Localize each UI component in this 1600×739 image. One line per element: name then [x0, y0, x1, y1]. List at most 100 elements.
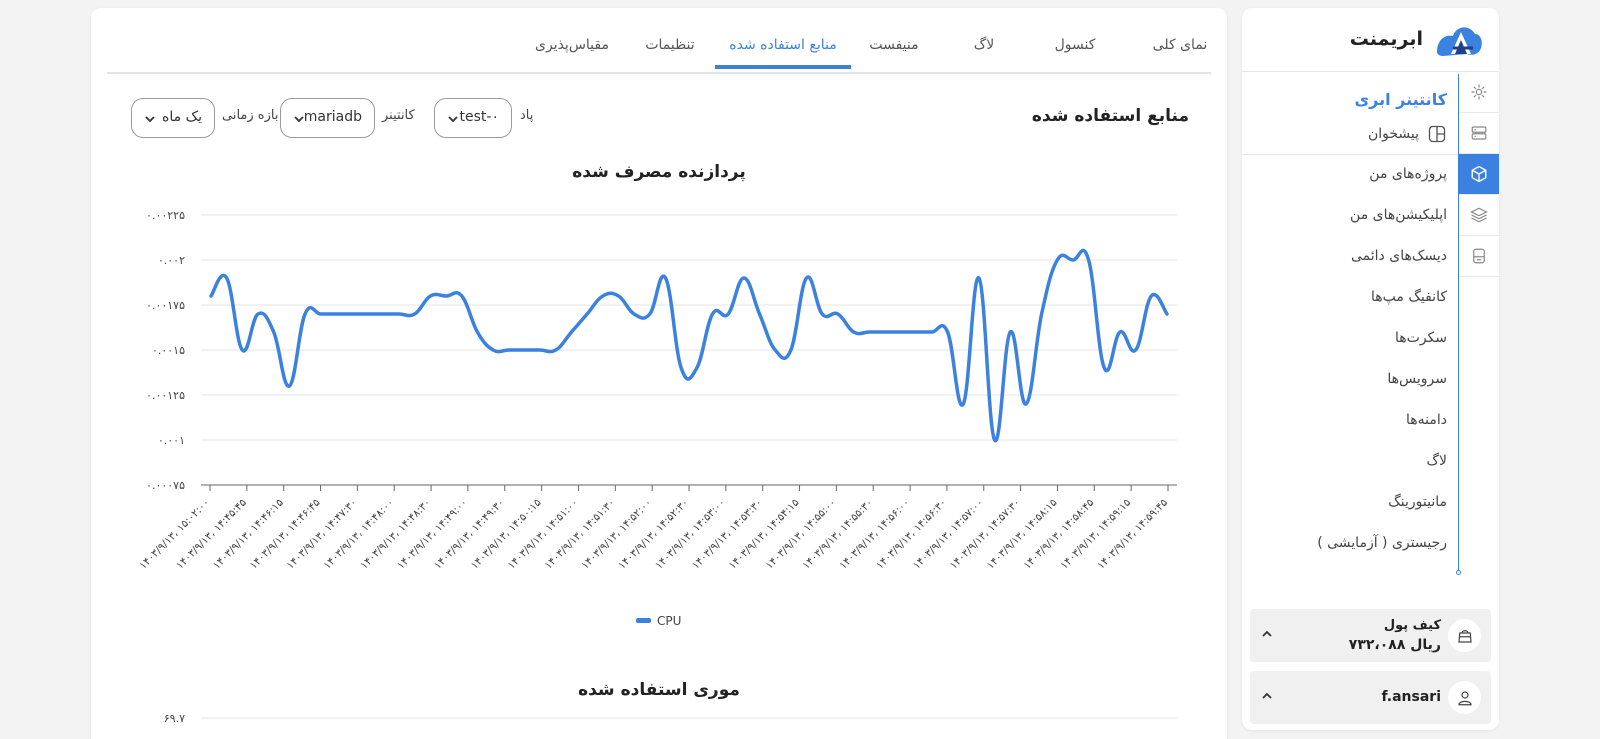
- rail-item-database[interactable]: [1459, 236, 1499, 277]
- rail-item-layers[interactable]: [1459, 195, 1499, 236]
- user-icon: [1457, 690, 1472, 705]
- y-tick-label: ۰.۰۰۱: [158, 434, 185, 447]
- x-tick-label: ۱۴۰۳/۹/۱۳، ۱۴:۵۹:۴۵: [1095, 496, 1170, 571]
- rail-item-settings[interactable]: [1459, 72, 1499, 113]
- sidebar-item-projects[interactable]: پروژه‌های من: [1369, 166, 1447, 182]
- x-tick-label: ۱۴۰۳/۹/۱۳، ۱۴:۵۲:۰۰: [579, 497, 654, 572]
- chevron-down-icon: [145, 116, 155, 123]
- x-tick-label: ۱۴۰۳/۹/۱۳، ۱۴:۵۸:۴۵: [1021, 496, 1096, 571]
- wallet-icon: [1457, 629, 1472, 643]
- sidebar-rail: [1459, 72, 1499, 592]
- main-panel: نمای کلی کنسول لاگ منیفست منابع استفاده …: [91, 8, 1227, 739]
- x-tick-label: ۱۴۰۳/۹/۱۳، ۱۴:۵۶:۳۰: [874, 497, 949, 572]
- memory-chart-title: موری استفاده شده: [578, 680, 740, 700]
- pod-select[interactable]: test-۰: [434, 98, 512, 138]
- username: f.ansari: [1381, 689, 1441, 705]
- x-tick-label: ۱۴۰۳/۹/۱۳، ۱۴:۴۹:۰۰: [395, 497, 470, 572]
- sidebar-item-dashboard[interactable]: پیشخوان: [1368, 124, 1447, 144]
- x-tick-label: ۱۴۰۳/۹/۱۳، ۱۴:۴۶:۴۵: [248, 496, 323, 571]
- wallet-icon-wrap: [1448, 619, 1481, 652]
- cpu-chart: ۰.۰۰۲۲۵ ۰.۰۰۲ ۰.۰۰۱۷۵ ۰.۰۰۱۵ ۰.۰۰۱۲۵ ۰.۰۰۱ ۰.۰…: [137, 209, 1177, 628]
- sidebar-item-logs[interactable]: لاگ: [1426, 453, 1447, 469]
- server-icon: [1471, 126, 1487, 140]
- chevron-down-icon: [448, 116, 458, 123]
- rail-indicator-dot: [1456, 570, 1461, 575]
- rail-indicator-line: [1458, 74, 1459, 572]
- brand-name[interactable]: ابریمنت: [1350, 28, 1423, 50]
- tab-logs[interactable]: لاگ: [974, 37, 995, 53]
- x-tick-label: ۱۴۰۳/۹/۱۳، ۱۴:۴۹:۳۰: [432, 497, 507, 572]
- sidebar-item-config-maps[interactable]: کانفیگ مپ‌ها: [1371, 289, 1447, 305]
- sidebar-item-registry[interactable]: رجیستری ( آزمایشی ): [1317, 535, 1447, 551]
- tab-resources[interactable]: منابع استفاده شده: [729, 37, 836, 53]
- x-tick-label: ۱۴۰۳/۹/۱۳، ۱۴:۵۴:۱۵: [727, 496, 802, 571]
- y-tick-label: ۶۹.۷: [164, 712, 185, 725]
- x-tick-label: ۱۴۰۳/۹/۱۳، ۱۴:۵۵:۰۰: [763, 497, 838, 572]
- y-tick-label: ۰.۰۰۱۷۵: [146, 299, 185, 312]
- sidebar-item-monitoring[interactable]: مانیتورینگ: [1388, 494, 1447, 510]
- x-tick-label: ۱۴۰۳/۹/۱۳، ۱۵:۰۲:۰۰: [137, 497, 212, 572]
- sidebar-item-services[interactable]: سرویس‌ها: [1387, 371, 1447, 387]
- y-tick-label: ۰.۰۰۱۵: [152, 344, 185, 357]
- cpu-series-line: [209, 248, 1169, 443]
- x-tick-label: ۱۴۰۳/۹/۱۳، ۱۴:۵۰:۱۵: [469, 496, 544, 571]
- y-tick-label: ۰.۰۰۲۲۵: [146, 209, 185, 222]
- gear-icon: [1471, 84, 1487, 100]
- x-tick-label: ۱۴۰۳/۹/۱۳، ۱۴:۴۸:۰۰: [321, 497, 396, 572]
- cube-icon: [1471, 165, 1487, 183]
- legend-swatch: [636, 618, 651, 623]
- x-tick-label: ۱۴۰۳/۹/۱۳، ۱۴:۵۳:۰۰: [653, 497, 728, 572]
- brand-header: ابریمنت: [1242, 8, 1499, 72]
- tab-manifest[interactable]: منیفست: [869, 37, 918, 53]
- tab-console[interactable]: کنسول: [1055, 37, 1096, 53]
- chevron-up-icon[interactable]: [1260, 627, 1274, 641]
- time-range-label: بازه زمانی: [222, 108, 279, 123]
- x-tick-label: ۱۴۰۳/۹/۱۳، ۱۴:۵۸:۱۵: [984, 496, 1059, 571]
- container-select[interactable]: mariadb: [280, 98, 375, 138]
- chevron-up-icon[interactable]: [1260, 689, 1274, 703]
- x-tick-label: ۱۴۰۳/۹/۱۳، ۱۴:۵۶:۰۰: [837, 497, 912, 572]
- time-range-select-value: یک ماه: [162, 109, 202, 125]
- x-tick-label: ۱۴۰۳/۹/۱۳، ۱۴:۵۳:۳۰: [690, 497, 765, 572]
- user-card[interactable]: f.ansari: [1250, 671, 1491, 724]
- wallet-card[interactable]: کیف پول ۷۳۲،۰۸۸ ریال: [1250, 609, 1491, 662]
- logo-icon[interactable]: [1433, 22, 1483, 58]
- y-tick-label: ۰.۰۰۲: [158, 254, 185, 267]
- pod-select-value: test-۰: [459, 109, 499, 125]
- tab-settings[interactable]: تنظیمات: [645, 37, 694, 53]
- nav-divider: [1242, 154, 1458, 155]
- rail-item-servers[interactable]: [1459, 113, 1499, 154]
- sidebar-item-label: پیشخوان: [1367, 126, 1419, 142]
- sidebar: ابریمنت کانتینر ابری پیشخوان پروژه‌های م…: [1242, 8, 1499, 730]
- tab-overview[interactable]: نمای کلی: [1153, 37, 1208, 53]
- rail-item-container[interactable]: [1459, 154, 1499, 195]
- sidebar-item-persistent-disks[interactable]: دیسک‌های دائمی: [1351, 248, 1447, 264]
- layers-icon: [1470, 207, 1488, 223]
- tab-bar: نمای کلی کنسول لاگ منیفست منابع استفاده …: [107, 8, 1211, 74]
- wallet-balance: ۷۳۲،۰۸۸ ریال: [1348, 637, 1441, 653]
- legend-label: CPU: [657, 614, 681, 628]
- sidebar-item-domains[interactable]: دامنه‌ها: [1406, 412, 1447, 428]
- y-tick-label: ۰.۰۰۱۲۵: [146, 389, 185, 402]
- page-title: منابع استفاده شده: [1031, 106, 1189, 126]
- database-icon: [1473, 248, 1485, 264]
- x-tick-label: ۱۴۰۳/۹/۱۳، ۱۴:۴۸:۳۰: [358, 497, 433, 572]
- tab-scaling[interactable]: مقیاس‌پذیری: [535, 37, 609, 53]
- time-range-select[interactable]: یک ماه: [131, 98, 215, 138]
- container-label: کانتینر: [382, 108, 415, 123]
- y-tick-label: ۰.۰۰۰۷۵: [146, 479, 185, 492]
- x-tick-label: ۱۴۰۳/۹/۱۳، ۱۴:۴۶:۱۵: [211, 496, 286, 571]
- x-tick-label: ۱۴۰۳/۹/۱۳، ۱۴:۵۲:۳۰: [616, 497, 691, 572]
- cpu-chart-title: پردازنده مصرف شده: [572, 162, 746, 182]
- x-tick-label: ۱۴۰۳/۹/۱۳، ۱۴:۵۱:۰۰: [505, 497, 580, 572]
- wallet-title: کیف پول: [1383, 618, 1441, 633]
- sidebar-item-applications[interactable]: اپلیکیشن‌های من: [1350, 207, 1447, 223]
- section-title: کانتینر ابری: [1354, 90, 1447, 109]
- pod-label: پاد: [520, 108, 534, 123]
- x-tick-label: ۱۴۰۳/۹/۱۳، ۱۴:۵۹:۱۵: [1058, 496, 1133, 571]
- x-tick-label: ۱۴۰۳/۹/۱۳، ۱۴:۵۵:۳۰: [800, 497, 875, 572]
- dashboard-icon: [1428, 125, 1446, 143]
- x-tick-label: ۱۴۰۳/۹/۱۳، ۱۴:۴۵:۴۵: [174, 496, 249, 571]
- x-tick-label: ۱۴۰۳/۹/۱۳، ۱۴:۵۱:۳۰: [542, 497, 617, 572]
- sidebar-item-secrets[interactable]: سکرت‌ها: [1395, 330, 1447, 346]
